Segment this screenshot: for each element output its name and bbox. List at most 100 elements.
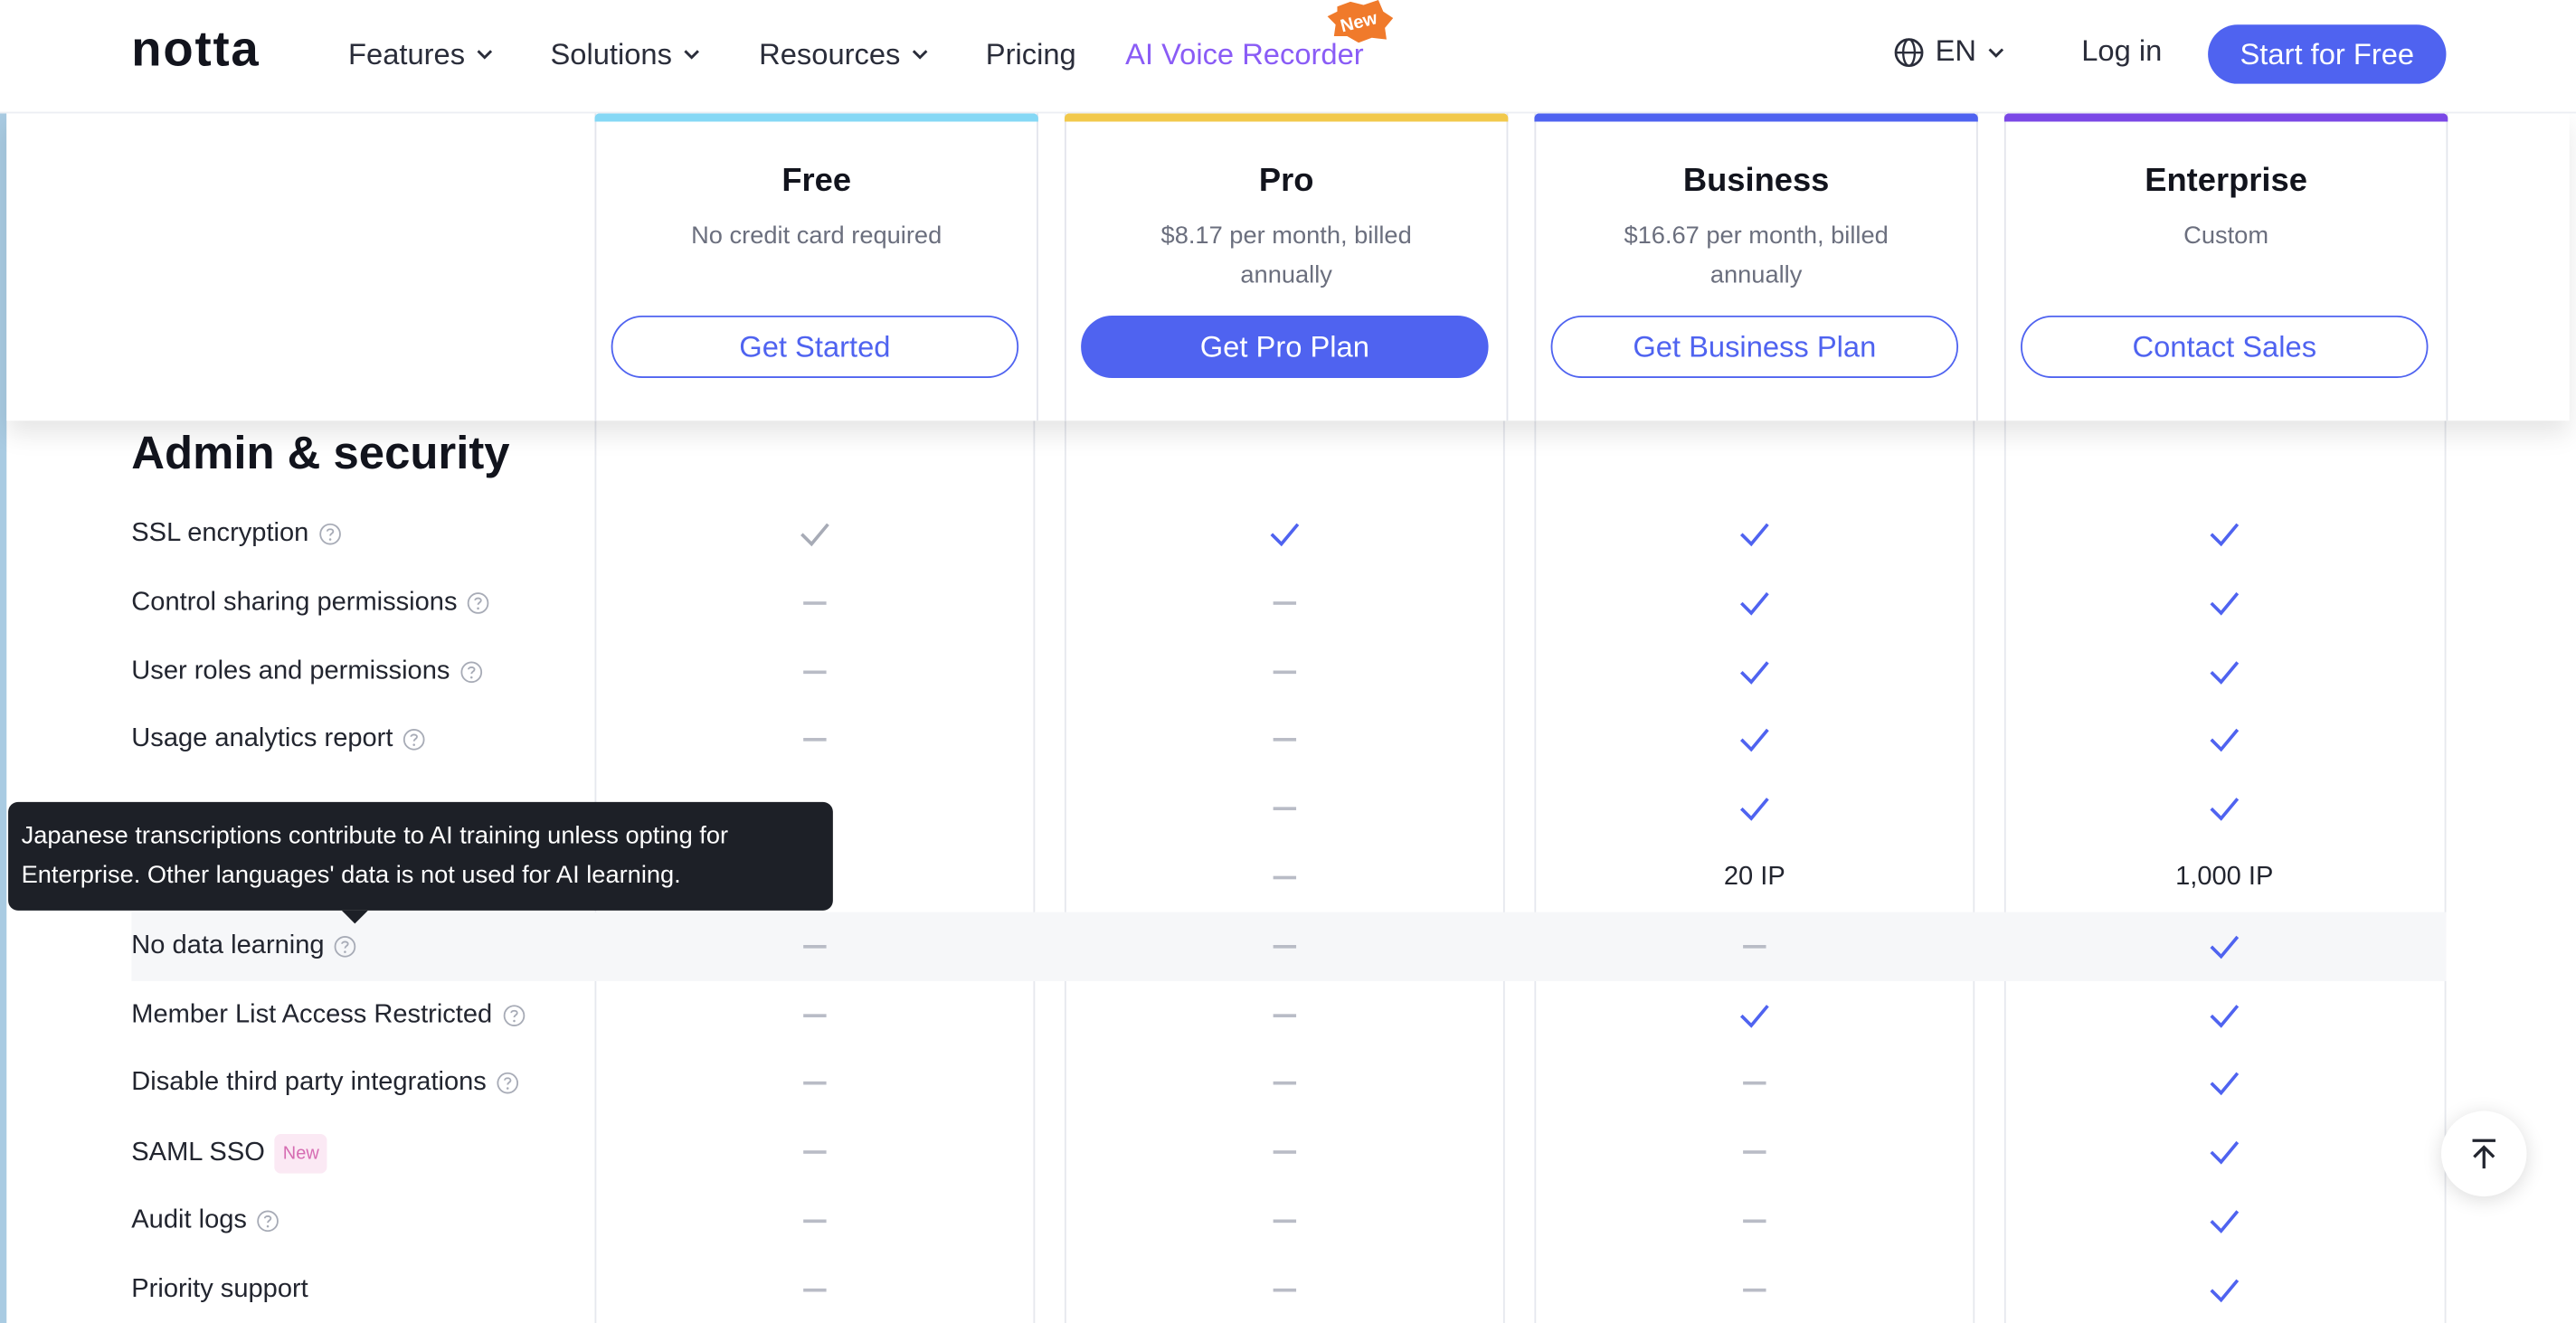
language-selector[interactable]: EN [1892, 34, 2005, 69]
nav-solutions[interactable]: Solutions [550, 34, 701, 74]
plan-cell [2004, 705, 2445, 774]
plan-cell [1065, 774, 1505, 843]
feature-label: Priority support [131, 1271, 308, 1308]
plan-cell [595, 637, 1036, 705]
start-for-free-button[interactable]: Start for Free [2208, 24, 2447, 84]
plan-name: Enterprise [2145, 162, 2307, 199]
question-circle-icon[interactable] [497, 1073, 519, 1095]
back-to-top-button[interactable] [2441, 1110, 2527, 1197]
table-row: SAML SSO New [131, 1118, 2446, 1186]
question-circle-icon[interactable] [502, 1004, 525, 1026]
plan-cell [1534, 1255, 1975, 1323]
feature-label-text: Control sharing permissions [131, 588, 458, 617]
plan-cell [2004, 912, 2445, 980]
dash-icon [1273, 875, 1297, 880]
plan-cell [1065, 499, 1505, 568]
plan-cell [1534, 637, 1975, 705]
checkmark-icon [2210, 660, 2240, 685]
tooltip-arrow [341, 910, 368, 924]
checkmark-icon [2210, 1141, 2240, 1165]
cell-value: 1,000 IP [2175, 863, 2274, 892]
plan-cell [1534, 980, 1975, 1049]
feature-label: User roles and permissions [131, 654, 482, 690]
checkmark-icon [2210, 1073, 2240, 1096]
dash-icon [803, 1013, 827, 1017]
dash-icon [1273, 1013, 1297, 1017]
feature-label-text: SAML SSO [131, 1139, 265, 1167]
table-row: User roles and permissions [131, 637, 2446, 705]
question-circle-icon[interactable] [318, 523, 341, 545]
question-circle-icon[interactable] [257, 1210, 279, 1233]
plan-cell [1534, 1118, 1975, 1186]
contact-sales-button[interactable]: Contact Sales [2021, 315, 2429, 379]
plan-subtitle: Custom [2183, 222, 2269, 250]
checkmark-icon [1739, 798, 1769, 822]
table-row: Member List Access Restricted [131, 980, 2446, 1049]
checkmark-icon [1739, 1004, 1769, 1028]
dash-icon [1273, 1219, 1297, 1224]
nav-pricing[interactable]: Pricing [986, 34, 1076, 74]
plan-cell [2004, 1255, 2445, 1323]
plan-cell: 20 IP [1534, 843, 1975, 912]
dash-icon [1743, 1219, 1766, 1224]
notta-logo[interactable]: notta [131, 22, 260, 80]
plan-cell: 1,000 IP [2004, 843, 2445, 912]
plan-cell [595, 705, 1036, 774]
dash-icon [803, 1082, 827, 1086]
dash-icon [1273, 1288, 1297, 1292]
page: notta Features Solutions Resources Prici… [0, 0, 2576, 1323]
window-edge [0, 0, 7, 1323]
plan-cell [2004, 499, 2445, 568]
plan-cell [2004, 1186, 2445, 1255]
table-row: Control sharing permissions [131, 568, 2446, 637]
cell-value: 20 IP [1723, 863, 1785, 892]
dash-icon [803, 944, 827, 949]
dash-icon [1273, 944, 1297, 949]
question-circle-icon[interactable] [402, 729, 425, 751]
feature-label: Control sharing permissions [131, 585, 490, 621]
nav-resources[interactable]: Resources [759, 34, 930, 74]
get-started-button[interactable]: Get Started [611, 315, 1019, 379]
globe-icon [1894, 37, 1924, 67]
checkmark-icon [1270, 523, 1300, 547]
table-row: SSL encryption [131, 499, 2446, 568]
plan-cell [1534, 568, 1975, 637]
top-navigation: notta Features Solutions Resources Prici… [0, 0, 2576, 114]
question-circle-icon[interactable] [334, 935, 356, 958]
chevron-down-icon [684, 50, 700, 60]
dash-icon [1743, 1082, 1766, 1086]
plan-cell [595, 1255, 1036, 1323]
feature-label: Member List Access Restricted [131, 997, 525, 1033]
chevron-down-icon [912, 50, 928, 60]
dash-icon [803, 1219, 827, 1224]
checkmark-icon [1739, 591, 1769, 616]
table-row: Usage analytics report [131, 705, 2446, 774]
chevron-down-icon [477, 50, 493, 60]
tooltip-line: Japanese transcriptions contribute to AI… [21, 821, 729, 850]
feature-label: Usage analytics report [131, 723, 425, 759]
question-circle-icon[interactable] [467, 591, 489, 614]
plan-name: Free [781, 162, 852, 199]
chevron-down-icon [1988, 47, 2004, 57]
plan-cell [1534, 1049, 1975, 1118]
feature-label-text: Audit logs [131, 1205, 247, 1234]
plan-cell [2004, 774, 2445, 843]
table-row: Priority support [131, 1255, 2446, 1323]
dash-icon [1743, 1288, 1766, 1292]
plan-cell [1065, 912, 1505, 980]
plan-cell [1534, 774, 1975, 843]
get-pro-plan-button[interactable]: Get Pro Plan [1081, 315, 1489, 379]
tooltip-line: Enterprise. Other languages' data is not… [21, 861, 681, 890]
login-link[interactable]: Log in [2081, 34, 2162, 69]
plan-cell [1065, 980, 1505, 1049]
get-business-plan-button[interactable]: Get Business Plan [1550, 315, 1959, 379]
plan-cell [1534, 705, 1975, 774]
question-circle-icon[interactable] [459, 660, 482, 683]
plan-cell [2004, 980, 2445, 1049]
checkmark-icon [2210, 1279, 2240, 1302]
plan-cell [595, 912, 1036, 980]
plan-cell [1065, 1118, 1505, 1186]
nav-features[interactable]: Features [348, 34, 495, 74]
arrow-up-bar-icon [2472, 1139, 2496, 1169]
plan-business: Business $16.67 per month, billed annual… [1534, 113, 1978, 421]
